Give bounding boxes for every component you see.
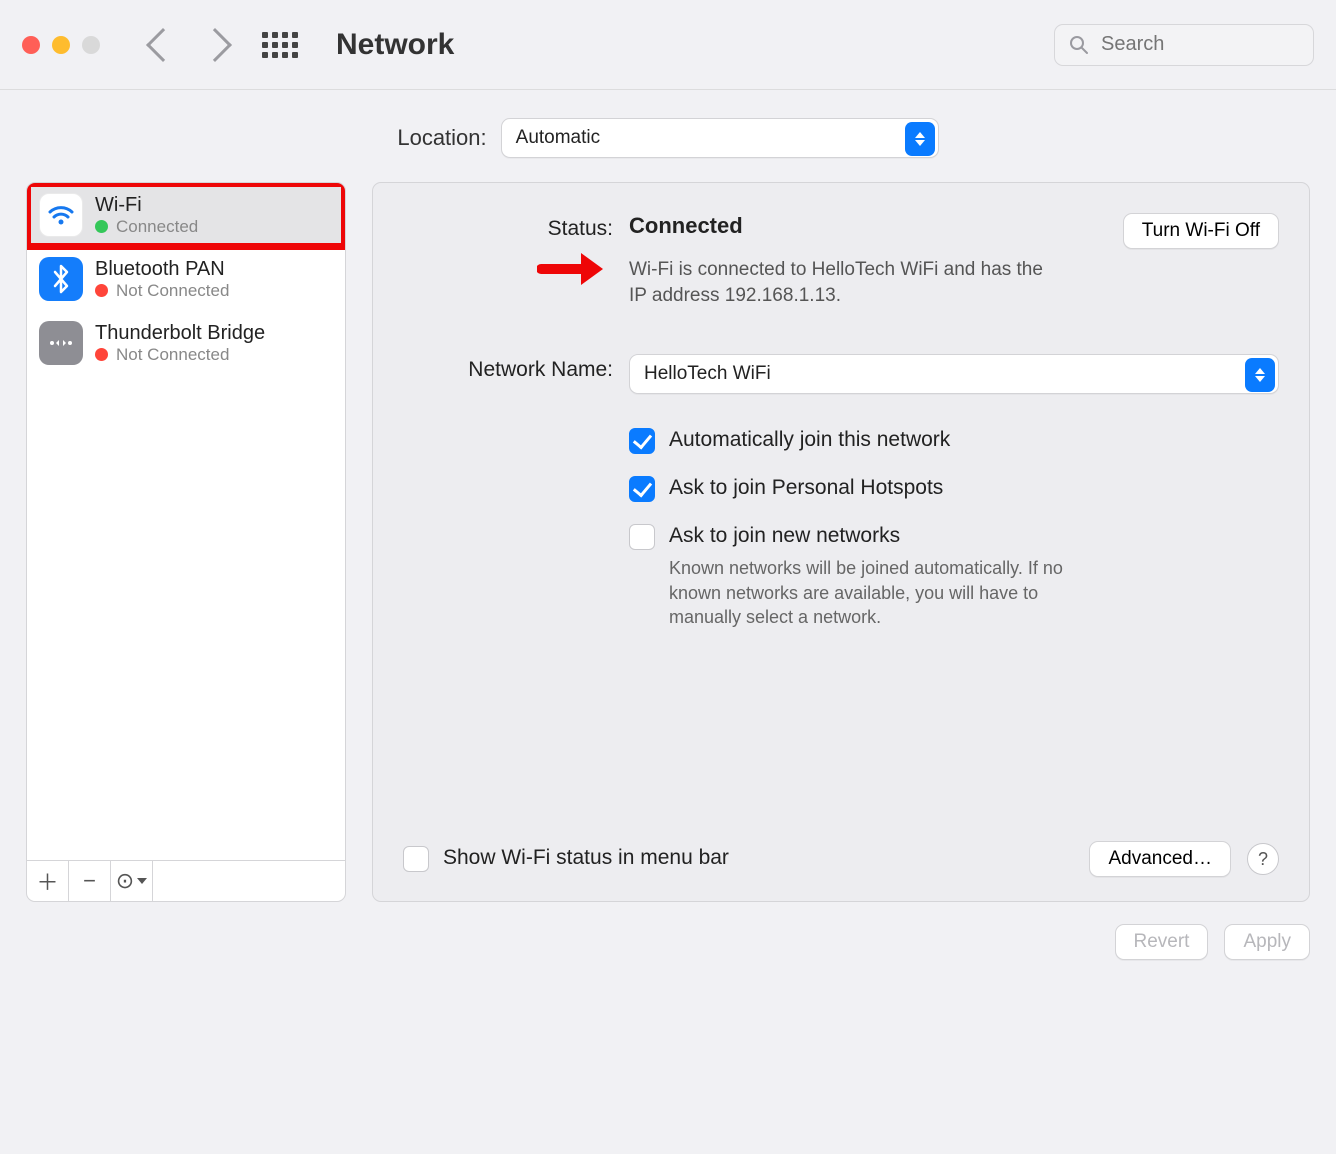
advanced-button[interactable]: Advanced… [1089,841,1231,877]
service-title: Thunderbolt Bridge [95,322,265,345]
network-name-label: Network Name: [403,354,613,394]
search-field-wrap[interactable] [1054,24,1314,66]
service-status: Connected [95,217,198,237]
checkbox-icon [629,476,655,502]
location-label: Location: [397,125,486,151]
select-arrows-icon [1245,358,1275,392]
revert-button[interactable]: Revert [1115,924,1209,960]
service-status: Not Connected [95,281,229,301]
add-service-button[interactable]: ＋ [27,861,69,901]
apply-button[interactable]: Apply [1224,924,1310,960]
location-value: Automatic [516,127,600,149]
annotation-arrow-icon [537,247,607,297]
status-dot-icon [95,348,108,361]
service-status: Not Connected [95,345,265,365]
zoom-window-button[interactable] [82,36,100,54]
sidebar-spacer [153,861,345,901]
service-sidebar: Wi-Fi Connected Bluetooth PAN Not Connec… [26,182,346,902]
checkbox-icon [629,524,655,550]
back-button[interactable] [144,33,182,57]
detail-panel: Status: Connected Turn Wi-Fi Off Wi-Fi i… [372,182,1310,902]
wifi-toggle-button[interactable]: Turn Wi-Fi Off [1123,213,1279,249]
option-ask-hotspots[interactable]: Ask to join Personal Hotspots [629,476,1279,502]
help-button[interactable]: ? [1247,843,1279,875]
minimize-window-button[interactable] [52,36,70,54]
window-controls [22,36,100,54]
location-select[interactable]: Automatic [501,118,939,158]
sidebar-item-bluetooth-pan[interactable]: Bluetooth PAN Not Connected [27,247,345,311]
chevron-right-icon [198,28,232,62]
checkbox-icon [403,846,429,872]
network-name-select[interactable]: HelloTech WiFi [629,354,1279,394]
status-value: Connected [629,213,743,239]
pane-title: Network [336,28,454,62]
location-row: Location: Automatic [0,90,1336,182]
close-window-button[interactable] [22,36,40,54]
option-menu-bar-status[interactable]: Show Wi-Fi status in menu bar [403,846,729,872]
show-all-prefs-button[interactable] [262,32,298,58]
status-description: Wi-Fi is connected to HelloTech WiFi and… [629,257,1049,308]
service-title: Wi-Fi [95,194,198,217]
service-title: Bluetooth PAN [95,258,229,281]
chevron-left-icon [146,28,180,62]
select-arrows-icon [905,122,935,156]
network-name-value: HelloTech WiFi [644,363,771,385]
service-actions-menu[interactable]: ⊙ [111,861,153,901]
status-dot-icon [95,284,108,297]
forward-button[interactable] [196,33,234,57]
remove-service-button[interactable]: − [69,861,111,901]
service-list: Wi-Fi Connected Bluetooth PAN Not Connec… [27,183,345,860]
gear-icon: ⊙ [116,868,134,894]
toolbar: Network [0,0,1336,90]
sidebar-item-wifi[interactable]: Wi-Fi Connected [27,183,345,247]
status-dot-icon [95,220,108,233]
search-icon [1069,35,1089,55]
page-footer: Revert Apply [0,902,1336,982]
checkbox-icon [629,428,655,454]
sidebar-footer: ＋ − ⊙ [27,860,345,901]
option-ask-new-networks[interactable]: Ask to join new networks [629,524,1279,550]
thunderbolt-bridge-icon [39,321,83,365]
search-input[interactable] [1099,32,1299,57]
wifi-icon [39,193,83,237]
sidebar-item-thunderbolt-bridge[interactable]: Thunderbolt Bridge Not Connected [27,311,345,375]
option-hint: Known networks will be joined automatica… [669,556,1069,629]
bluetooth-icon [39,257,83,301]
option-auto-join[interactable]: Automatically join this network [629,428,1279,454]
chevron-down-icon [137,878,147,884]
